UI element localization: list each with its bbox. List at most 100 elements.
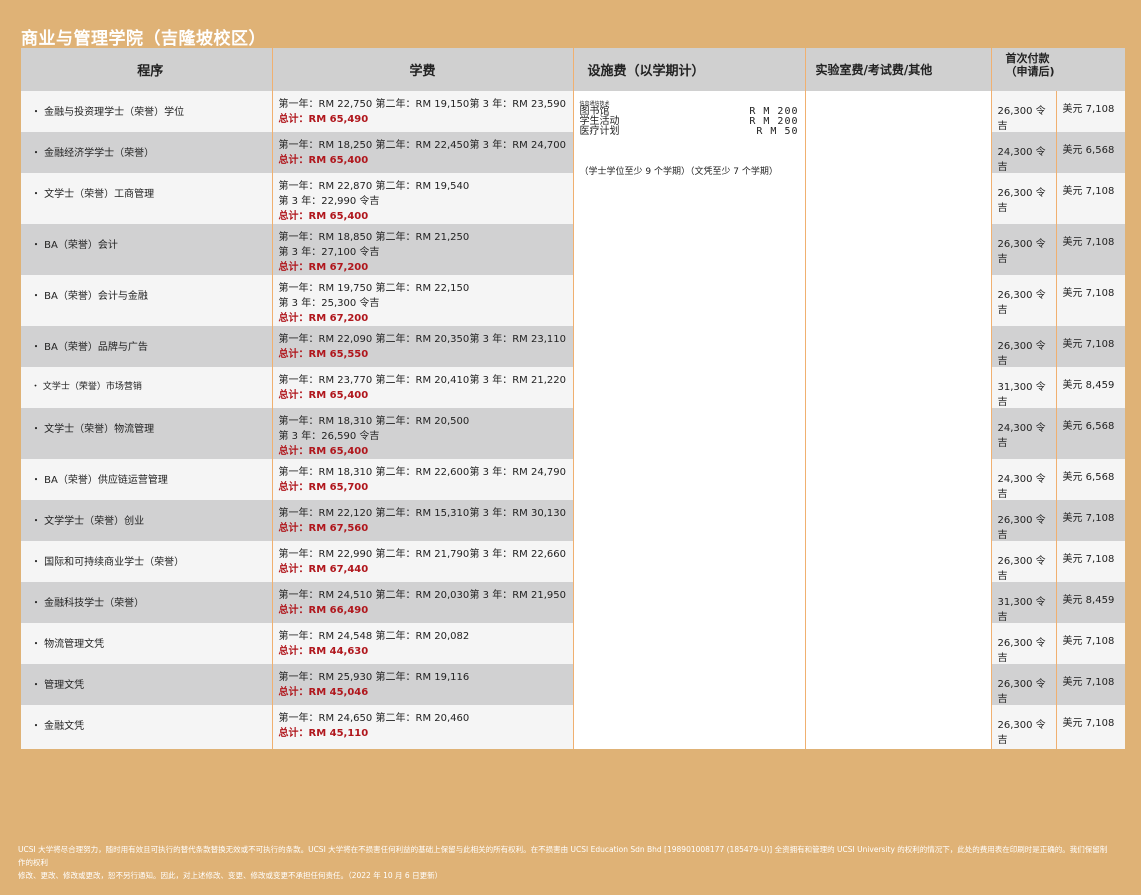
year1-fee: 第一年：RM 18,250 bbox=[278, 140, 373, 151]
year2-fee: 第二年：RM 20,082 bbox=[375, 631, 470, 642]
year3-fee: 第 3 年：RM 23,590 bbox=[469, 99, 566, 110]
year1-fee: 第一年：RM 24,510 bbox=[278, 590, 373, 601]
table-body: ・ 金融与投资理学士（荣誉）学位 第一年：RM 22,750 第二年：RM 19,… bbox=[21, 91, 1125, 749]
total-fee: 总计：RM 67,200 bbox=[278, 262, 369, 273]
lab-fee-header: 实验室费/考试费/其他 bbox=[804, 48, 991, 91]
deposit-myr: 26,300 令吉 bbox=[990, 224, 1056, 275]
total-fee: 总计：RM 44,630 bbox=[278, 646, 369, 657]
deposit-myr: 26,300 令吉 bbox=[990, 623, 1056, 664]
tuition-cell: 第一年：RM 18,310 第二年：RM 22,600第 3 年：RM 24,79… bbox=[271, 459, 573, 500]
deposit-usd: 美元 7,108 bbox=[1055, 664, 1125, 705]
program-name: ・ 文学学士（荣誉）创业 bbox=[21, 500, 272, 541]
tuition-cell: 第一年：RM 22,990 第二年：RM 21,790第 3 年：RM 22,66… bbox=[271, 541, 573, 582]
year2-fee: 第二年：RM 19,116 bbox=[375, 672, 470, 683]
year1-fee: 第一年：RM 23,770 bbox=[278, 375, 373, 386]
program-name: ・ 管理文凭 bbox=[21, 664, 272, 705]
year3-fee: 第 3 年：RM 24,700 bbox=[469, 140, 566, 151]
program-name: ・ 文学士（荣誉）物流管理 bbox=[21, 408, 272, 459]
deposit-usd: 美元 7,108 bbox=[1055, 326, 1125, 367]
year2-fee: 第二年：RM 19,150 bbox=[375, 99, 470, 110]
page-title: 商业与管理学院（吉隆坡校区） bbox=[21, 29, 266, 49]
year3-fee: 第 3 年：RM 21,220 bbox=[469, 375, 566, 386]
deposit-usd: 美元 7,108 bbox=[1055, 623, 1125, 664]
program-name: ・ 国际和可持续商业学士（荣誉） bbox=[21, 541, 272, 582]
year1-fee: 第一年：RM 24,548 bbox=[278, 631, 373, 642]
facility-header: 设施费（以学期计） bbox=[572, 48, 805, 91]
tuition-cell: 第一年：RM 18,310 第二年：RM 20,500 第 3 年：26,590 令… bbox=[271, 408, 573, 459]
fee-table: 程序 学费 设施费（以学期计） 实验室费/考试费/其他 首次付款 （申请后) ・… bbox=[21, 48, 1125, 749]
tuition-cell: 第一年：RM 23,770 第二年：RM 20,410第 3 年：RM 21,22… bbox=[271, 367, 573, 408]
year3-fee: 第 3 年：RM 24,790 bbox=[469, 467, 566, 478]
year3-fee: 第 3 年：26,590 令吉 bbox=[278, 431, 380, 442]
year3-fee: 第 3 年：25,300 令吉 bbox=[278, 298, 380, 309]
first-payment-label: 首次付款 bbox=[1005, 52, 1050, 65]
total-fee: 总计：RM 66,490 bbox=[278, 605, 369, 616]
year1-fee: 第一年：RM 18,310 bbox=[278, 416, 373, 427]
lab-fee-cell bbox=[804, 91, 991, 749]
year3-fee: 第 3 年：RM 30,130 bbox=[469, 508, 566, 519]
year2-fee: 第二年：RM 22,600 bbox=[375, 467, 470, 478]
first-payment-sublabel: （申请后) bbox=[1005, 65, 1055, 78]
deposit-myr: 24,300 令吉 bbox=[990, 459, 1056, 500]
deposit-myr: 26,300 令吉 bbox=[990, 91, 1056, 132]
program-name: ・ 金融经济学学士（荣誉） bbox=[21, 132, 272, 173]
year1-fee: 第一年：RM 22,090 bbox=[278, 334, 373, 345]
tuition-cell: 第一年：RM 22,090 第二年：RM 20,350第 3 年：RM 23,11… bbox=[271, 326, 573, 367]
program-name: ・ BA（荣誉）会计与金融 bbox=[21, 275, 272, 326]
deposit-usd: 美元 8,459 bbox=[1055, 582, 1125, 623]
deposit-myr: 26,300 令吉 bbox=[990, 173, 1056, 224]
year2-fee: 第二年：RM 15,310 bbox=[375, 508, 470, 519]
total-fee: 总计：RM 67,440 bbox=[278, 564, 369, 575]
tuition-cell: 第一年：RM 25,930 第二年：RM 19,116 总计：RM 45,046 bbox=[271, 664, 573, 705]
deposit-usd: 美元 6,568 bbox=[1055, 132, 1125, 173]
year1-fee: 第一年：RM 22,870 bbox=[278, 181, 373, 192]
deposit-usd: 美元 7,108 bbox=[1055, 500, 1125, 541]
deposit-myr: 26,300 令吉 bbox=[990, 705, 1056, 749]
tuition-cell: 第一年：RM 19,750 第二年：RM 22,150 第 3 年：25,300 令… bbox=[271, 275, 573, 326]
tuition-cell: 第一年：RM 24,548 第二年：RM 20,082 总计：RM 44,630 bbox=[271, 623, 573, 664]
deposit-usd: 美元 7,108 bbox=[1055, 224, 1125, 275]
total-fee: 总计：RM 67,560 bbox=[278, 523, 369, 534]
tuition-cell: 第一年：RM 18,250 第二年：RM 22,450第 3 年：RM 24,70… bbox=[271, 132, 573, 173]
footer-line-2: 修改、更改、修改或更改，恕不另行通知。因此，对上述修改、变更、修改或变更不承担任… bbox=[18, 871, 443, 880]
tuition-cell: 第一年：RM 24,650 第二年：RM 20,460 总计：RM 45,110 bbox=[271, 705, 573, 749]
facility-fee-cell: 信息通信技术 图书馆 R M 200 学生活动 R M 200 医疗计划 R M 50 （… bbox=[572, 91, 805, 749]
footer-disclaimer: UCSI 大学将尽合理努力，随时用有效且可执行的替代条款替换无效或不可执行的条款… bbox=[18, 843, 1108, 882]
table-row: ・ 金融与投资理学士（荣誉）学位 第一年：RM 22,750 第二年：RM 19,… bbox=[21, 91, 1125, 749]
year2-fee: 第二年：RM 22,450 bbox=[375, 140, 470, 151]
year2-fee: 第二年：RM 20,030 bbox=[375, 590, 470, 601]
program-name: ・ 金融与投资理学士（荣誉）学位 bbox=[21, 91, 272, 132]
deposit-myr: 26,300 令吉 bbox=[990, 664, 1056, 705]
year2-fee: 第二年：RM 20,410 bbox=[375, 375, 470, 386]
deposit-usd: 美元 7,108 bbox=[1055, 91, 1125, 132]
deposit-myr: 26,300 令吉 bbox=[990, 326, 1056, 367]
tuition-cell: 第一年：RM 22,120 第二年：RM 15,310第 3 年：RM 30,13… bbox=[271, 500, 573, 541]
program-name: ・ 文学士（荣誉）市场营销 bbox=[21, 367, 272, 408]
year2-fee: 第二年：RM 21,790 bbox=[375, 549, 470, 560]
deposit-usd: 美元 8,459 bbox=[1055, 367, 1125, 408]
facility-item-amount: R M 50 bbox=[756, 126, 799, 137]
year3-fee: 第 3 年：22,990 令吉 bbox=[278, 196, 380, 207]
year1-fee: 第一年：RM 22,750 bbox=[278, 99, 373, 110]
year2-fee: 第二年：RM 22,150 bbox=[375, 283, 470, 294]
deposit-myr: 26,300 令吉 bbox=[990, 541, 1056, 582]
semester-note: （学士学位至少 9 个学期）（文凭至少 7 个学期） bbox=[579, 167, 778, 177]
deposit-myr: 26,300 令吉 bbox=[990, 500, 1056, 541]
year1-fee: 第一年：RM 19,750 bbox=[278, 283, 373, 294]
deposit-myr: 31,300 令吉 bbox=[990, 582, 1056, 623]
total-fee: 总计：RM 65,700 bbox=[278, 482, 369, 493]
deposit-myr: 26,300 令吉 bbox=[990, 275, 1056, 326]
year2-fee: 第二年：RM 21,250 bbox=[375, 232, 470, 243]
year3-fee: 第 3 年：RM 22,660 bbox=[469, 549, 566, 560]
program-name: ・ 金融文凭 bbox=[21, 705, 272, 749]
program-name: ・ 金融科技学士（荣誉） bbox=[21, 582, 272, 623]
total-fee: 总计：RM 65,400 bbox=[278, 211, 369, 222]
year1-fee: 第一年：RM 22,990 bbox=[278, 549, 373, 560]
total-fee: 总计：RM 67,200 bbox=[278, 313, 369, 324]
year2-fee: 第二年：RM 20,350 bbox=[375, 334, 470, 345]
year3-fee: 第 3 年：RM 21,950 bbox=[469, 590, 566, 601]
table-header-row: 程序 学费 设施费（以学期计） 实验室费/考试费/其他 首次付款 （申请后) bbox=[21, 48, 1125, 91]
year2-fee: 第二年：RM 20,460 bbox=[375, 713, 470, 724]
year1-fee: 第一年：RM 18,850 bbox=[278, 232, 373, 243]
facility-item: 医疗计划 R M 50 bbox=[580, 127, 799, 137]
